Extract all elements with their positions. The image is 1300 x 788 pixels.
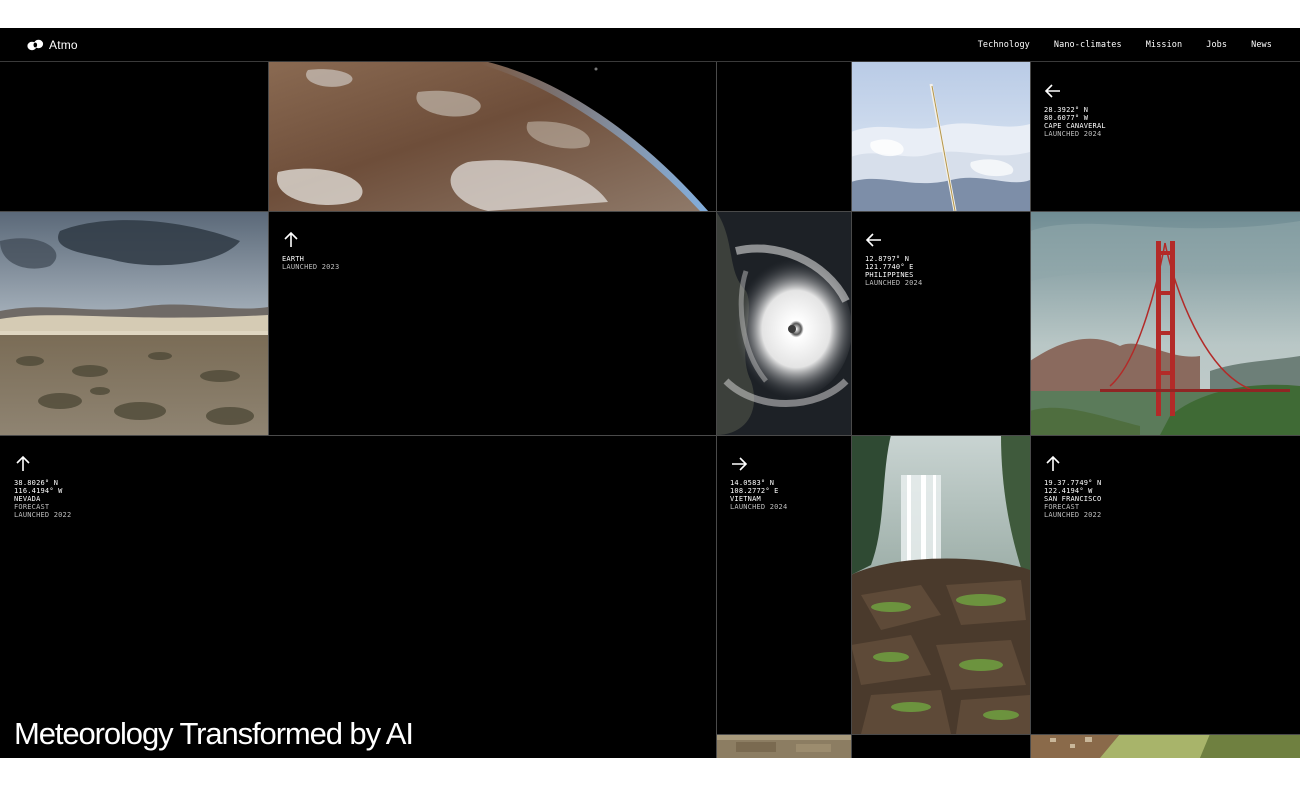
nav-link-news[interactable]: News <box>1251 40 1272 50</box>
aerial-farmland-photo <box>1030 734 1300 758</box>
card-launched: LAUNCHED 2024 <box>730 503 788 511</box>
card-earth[interactable]: EARTH LAUNCHED 2023 <box>268 211 716 435</box>
waterfall-photo <box>851 435 1030 734</box>
brand-logo-link[interactable]: Atmo <box>27 37 78 53</box>
grid-divider <box>716 62 717 758</box>
grid-divider <box>268 62 269 435</box>
card-longitude: 80.6077° W <box>1044 114 1089 122</box>
grid-divider <box>851 62 852 758</box>
grid-divider <box>0 211 1300 212</box>
card-philippines[interactable]: 12.8797° N 121.7740° E PHILIPPINES LAUNC… <box>851 211 1030 435</box>
aerial-land-photo <box>716 734 851 758</box>
desert-storm-image <box>0 211 268 435</box>
hurricane-satellite-photo <box>716 211 851 435</box>
card-place: SAN FRANCISCO <box>1044 495 1102 503</box>
golden-gate-bridge-photo <box>1030 211 1300 435</box>
grid-divider <box>0 435 1300 436</box>
arrow-up-icon <box>1046 455 1060 471</box>
card-tag: FORECAST <box>14 503 50 511</box>
rocket-launch-photo <box>851 62 1030 211</box>
nav-link-nano-climates[interactable]: Nano-climates <box>1054 40 1122 50</box>
arrow-left-icon <box>1044 84 1060 98</box>
card-launched: LAUNCHED 2023 <box>282 263 340 271</box>
brand-name: Atmo <box>49 38 78 52</box>
aerial-land-image <box>716 734 851 758</box>
card-nevada[interactable]: 38.8026° N 116.4194° W NEVADA FORECAST L… <box>0 435 716 758</box>
nav-link-technology[interactable]: Technology <box>978 40 1030 50</box>
nav-link-mission[interactable]: Mission <box>1146 40 1183 50</box>
card-place: EARTH <box>282 255 305 263</box>
card-latitude: 28.3922° N <box>1044 106 1089 114</box>
waterfall-image <box>851 435 1030 734</box>
arrow-up-icon <box>16 455 30 471</box>
grid-divider <box>1030 62 1031 758</box>
card-latitude: 19.37.7749° N <box>1044 479 1102 487</box>
arrow-left-icon <box>865 233 881 247</box>
main-nav: Technology Nano-climates Mission Jobs Ne… <box>978 28 1272 62</box>
card-launched: LAUNCHED 2024 <box>865 279 923 287</box>
rocket-launch-image <box>851 62 1030 211</box>
card-tag: FORECAST <box>1044 503 1080 511</box>
top-navigation-bar: Atmo Technology Nano-climates Mission Jo… <box>0 28 1300 62</box>
card-longitude: 122.4194° W <box>1044 487 1093 495</box>
site-frame: Atmo Technology Nano-climates Mission Jo… <box>0 28 1300 758</box>
card-longitude: 121.7740° E <box>865 263 914 271</box>
card-cape-canaveral[interactable]: 28.3922° N 80.6077° W CAPE CANAVERAL LAU… <box>1030 62 1300 211</box>
desert-storm-photo <box>0 211 268 435</box>
card-place: PHILIPPINES <box>865 271 914 279</box>
card-latitude: 12.8797° N <box>865 255 910 263</box>
card-longitude: 116.4194° W <box>14 487 63 495</box>
card-place: VIETNAM <box>730 495 761 503</box>
atmo-logo-icon <box>27 39 44 51</box>
nav-link-jobs[interactable]: Jobs <box>1206 40 1227 50</box>
card-latitude: 14.0583° N <box>730 479 775 487</box>
arrow-right-icon <box>732 457 748 471</box>
card-latitude: 38.8026° N <box>14 479 59 487</box>
card-place: NEVADA <box>14 495 41 503</box>
earth-from-space-image <box>268 62 716 211</box>
card-san-francisco[interactable]: 19.37.7749° N 122.4194° W SAN FRANCISCO … <box>1030 435 1300 734</box>
card-launched: LAUNCHED 2024 <box>1044 130 1102 138</box>
aerial-farmland-image <box>1030 734 1300 758</box>
card-launched: LAUNCHED 2022 <box>14 511 72 519</box>
grid-divider <box>716 734 1300 735</box>
hurricane-satellite-image <box>716 211 851 435</box>
card-longitude: 108.2772° E <box>730 487 779 495</box>
golden-gate-bridge-image <box>1030 211 1300 435</box>
card-vietnam[interactable]: 14.0583° N 108.2772° E VIETNAM LAUNCHED … <box>716 435 851 734</box>
earth-from-space-photo <box>268 62 716 211</box>
hero-title: Meteorology Transformed by AI <box>14 716 414 751</box>
arrow-up-icon <box>284 231 298 247</box>
card-place: CAPE CANAVERAL <box>1044 122 1106 130</box>
card-launched: LAUNCHED 2022 <box>1044 511 1102 519</box>
